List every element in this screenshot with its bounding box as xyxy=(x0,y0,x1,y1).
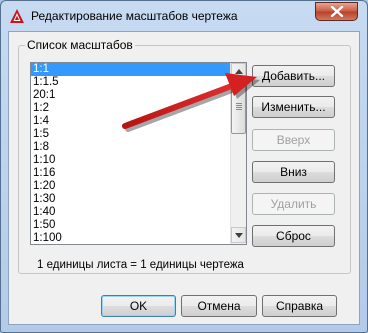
annotation-arrow xyxy=(122,73,260,132)
dialog-window: Редактирование масштабов чертежа Список … xyxy=(0,0,368,333)
